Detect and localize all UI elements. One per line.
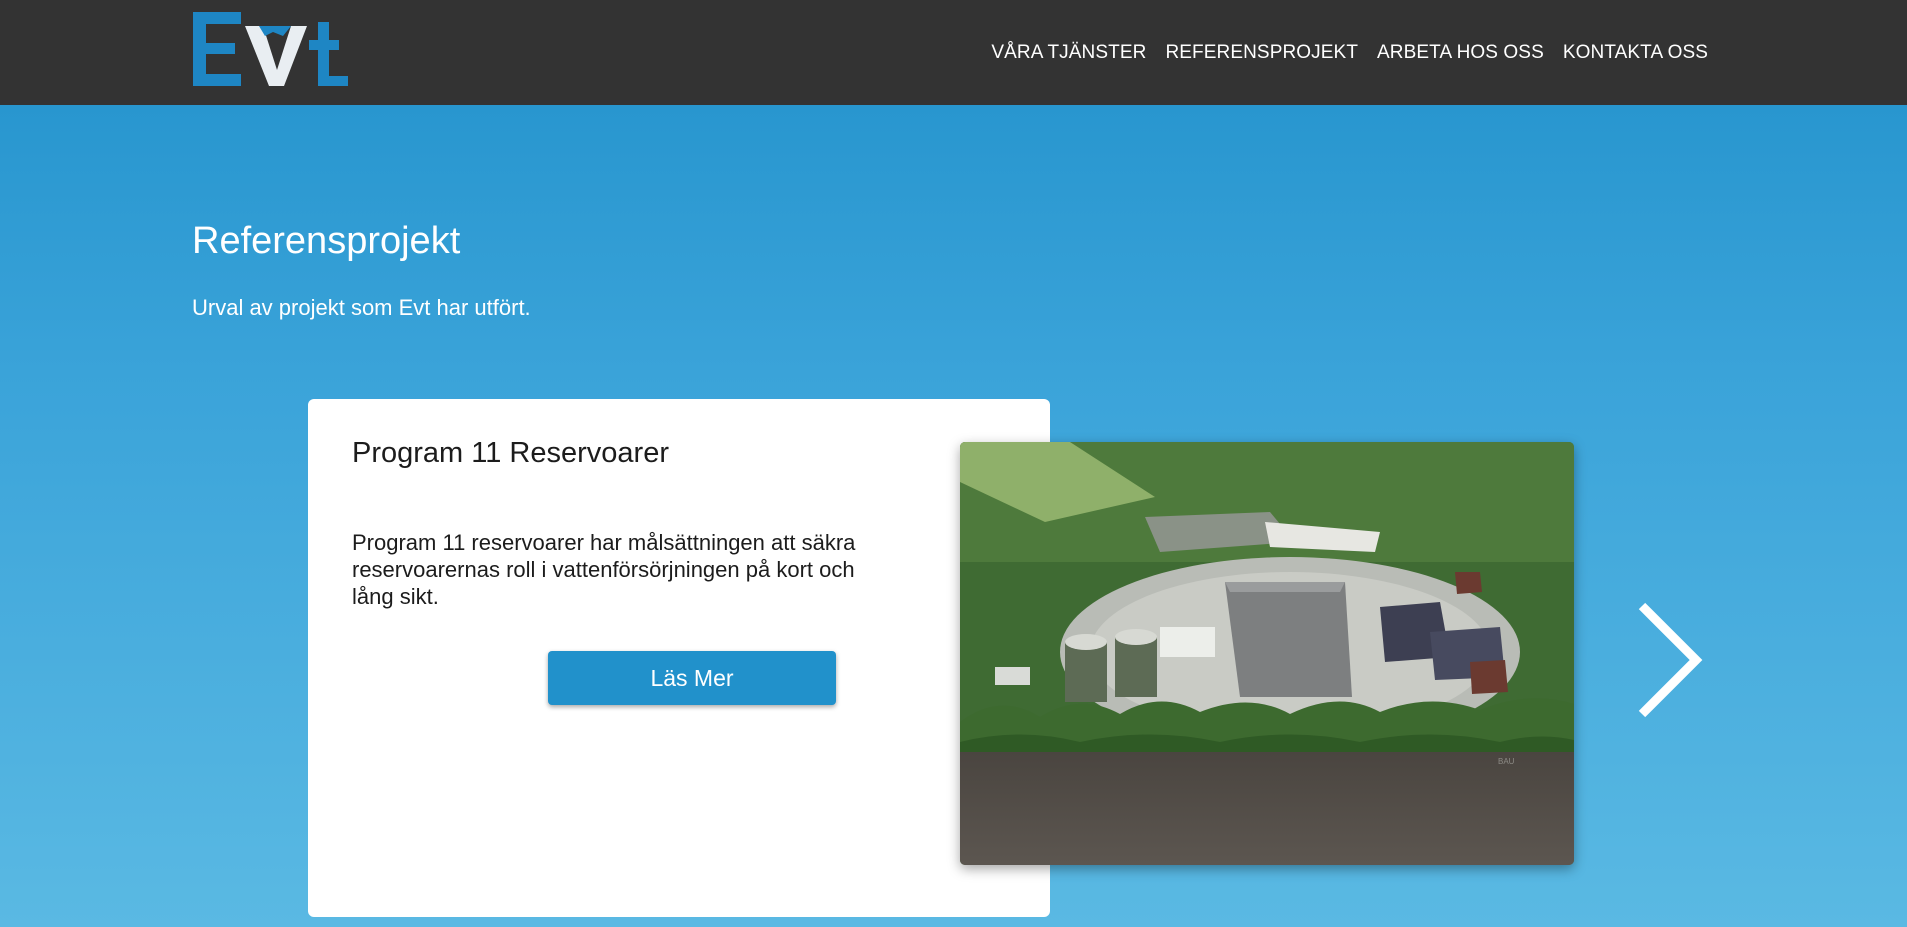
page-title: Referensprojekt: [192, 220, 461, 262]
photo-watermark: BAU: [1498, 757, 1515, 766]
nav-referensprojekt[interactable]: REFERENSPROJEKT: [1165, 42, 1358, 64]
page-subtitle: Urval av projekt som Evt har utfört.: [192, 295, 531, 320]
project-photo: BAU: [960, 442, 1574, 865]
nav-vara-tjanster[interactable]: VÅRA TJÄNSTER: [991, 42, 1146, 64]
aerial-facility-image: BAU: [960, 442, 1574, 865]
evt-logo[interactable]: [191, 12, 351, 88]
project-title: Program 11 Reservoarer: [352, 437, 669, 469]
read-more-button[interactable]: Läs Mer: [548, 651, 836, 705]
top-navigation-bar: VÅRA TJÄNSTER REFERENSPROJEKT ARBETA HOS…: [0, 0, 1907, 105]
project-card: Program 11 Reservoarer Program 11 reserv…: [308, 399, 1050, 917]
nav-arbeta-hos-oss[interactable]: ARBETA HOS OSS: [1377, 42, 1544, 64]
nav-kontakta-oss[interactable]: KONTAKTA OSS: [1563, 42, 1708, 64]
main-nav: VÅRA TJÄNSTER REFERENSPROJEKT ARBETA HOS…: [991, 0, 1708, 105]
chevron-right-icon[interactable]: [1634, 600, 1704, 720]
project-description: Program 11 reservoarer har målsättningen…: [352, 530, 856, 609]
